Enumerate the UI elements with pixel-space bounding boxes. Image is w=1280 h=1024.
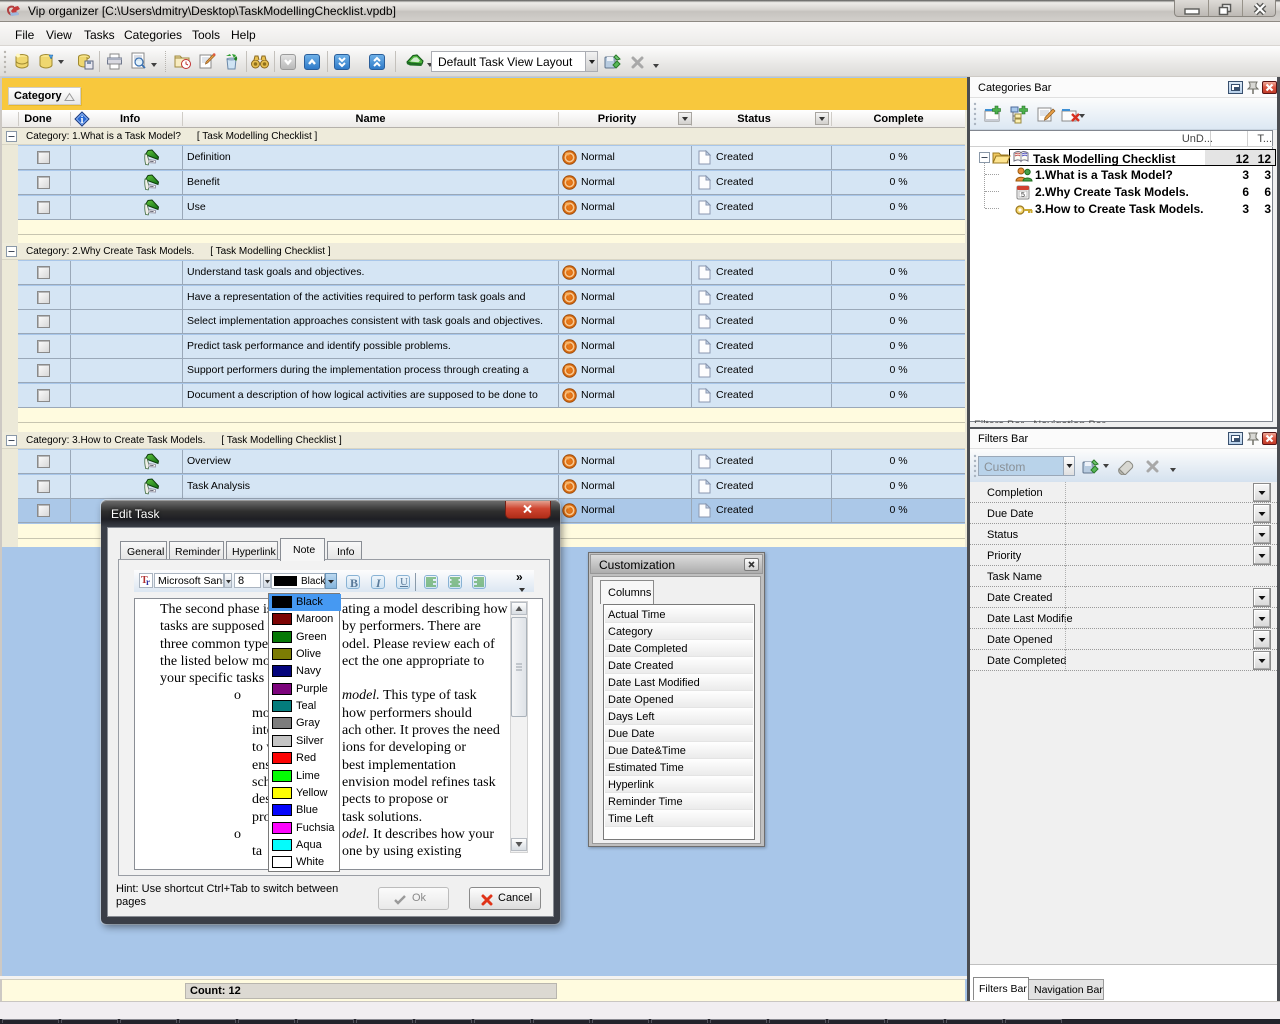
svg-text:i: i xyxy=(81,115,84,126)
svg-text:5: 5 xyxy=(1021,192,1025,199)
